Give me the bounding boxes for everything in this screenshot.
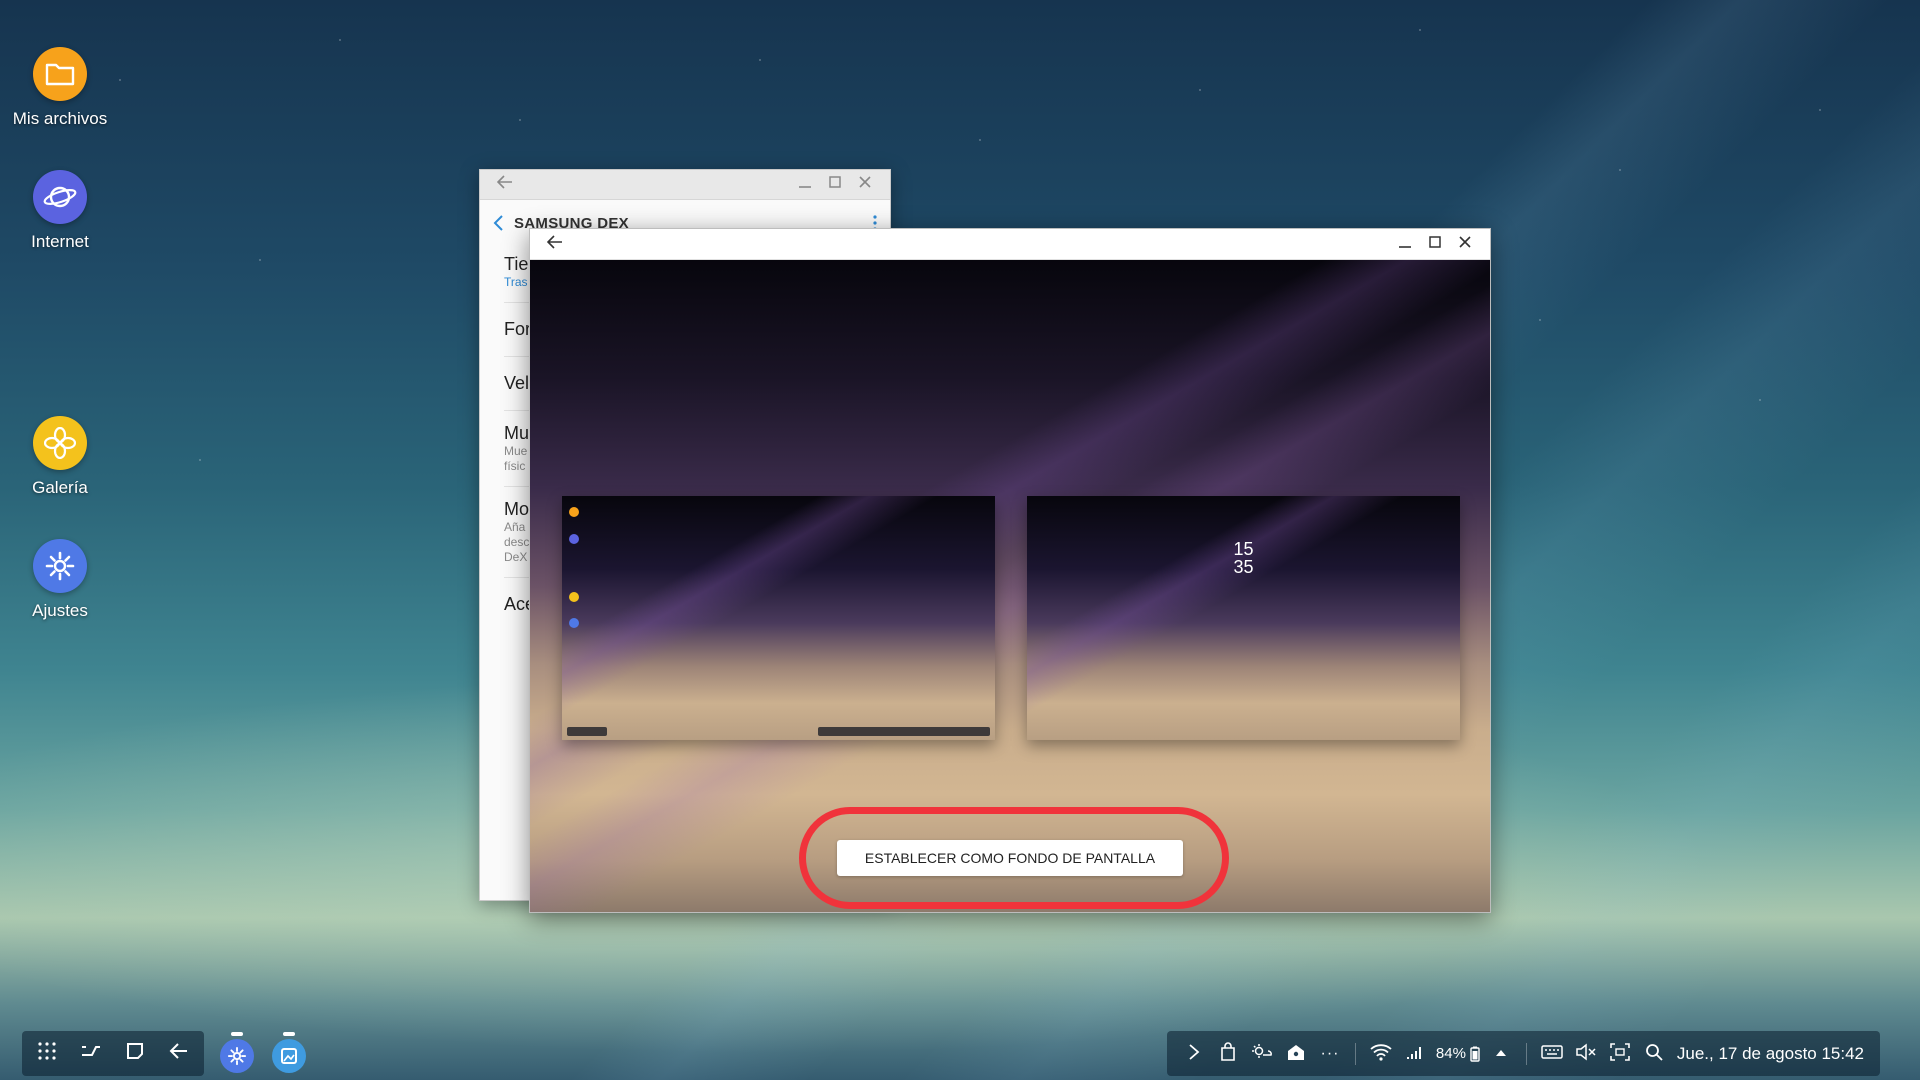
notification-weather-button[interactable] (1245, 1037, 1279, 1071)
battery-icon (1470, 1046, 1480, 1062)
wifi-icon (1370, 1043, 1392, 1065)
mini-taskbar-right (818, 727, 990, 736)
maximize-button[interactable] (820, 170, 850, 200)
quick-settings-button[interactable] (1484, 1037, 1518, 1071)
taskbar-nav (22, 1031, 204, 1076)
running-indicator (283, 1032, 295, 1036)
desktop-wallpaper-preview[interactable] (562, 496, 995, 740)
desktop-icon-label: Ajustes (32, 601, 88, 620)
recents-button[interactable] (74, 1037, 108, 1071)
flower-icon (33, 416, 87, 470)
battery-status[interactable]: 84% (1432, 1037, 1484, 1071)
running-indicator (231, 1032, 243, 1036)
recents-icon (80, 1042, 102, 1065)
desktop-icon-label: Internet (31, 232, 89, 251)
apps-grid-icon (37, 1041, 57, 1066)
planet-icon (33, 170, 87, 224)
keyboard-button[interactable] (1535, 1037, 1569, 1071)
folder-icon (33, 47, 87, 101)
lock-clock-hour: 15 (1233, 539, 1254, 559)
chevron-right-icon (1188, 1043, 1200, 1065)
desktop-icon-ajustes[interactable]: Ajustes (0, 539, 120, 621)
screenshot-icon (1610, 1042, 1630, 1065)
mini-planet-icon (569, 534, 579, 544)
wallpaper-window: 15 35 ESTABLECER COMO FONDO DE PANTALLA (529, 228, 1491, 913)
signal-icon (1406, 1043, 1424, 1065)
mini-gear-icon (569, 618, 579, 628)
minimize-button[interactable] (1390, 229, 1420, 259)
minimize-icon (798, 175, 812, 194)
expand-tray-button[interactable] (1177, 1037, 1211, 1071)
set-wallpaper-button[interactable]: ESTABLECER COMO FONDO DE PANTALLA (837, 840, 1183, 876)
running-app-settings[interactable] (218, 1032, 256, 1074)
lock-clock: 15 35 (1027, 540, 1460, 576)
back-button[interactable] (490, 170, 520, 200)
arrow-left-icon (546, 234, 563, 254)
wallpaper-app-icon (272, 1039, 306, 1073)
mini-flower-icon (569, 592, 579, 602)
notification-shop-button[interactable] (1211, 1037, 1245, 1071)
back-button[interactable] (540, 229, 570, 259)
arrow-left-icon (169, 1042, 189, 1065)
maximize-button[interactable] (1420, 229, 1450, 259)
sun-cloud-icon (1251, 1043, 1273, 1065)
running-app-wallpaper[interactable] (270, 1032, 308, 1074)
arrow-left-icon (496, 175, 513, 194)
minimize-icon (1398, 235, 1412, 254)
home-lock-icon (1286, 1043, 1306, 1065)
volume-mute-icon (1575, 1042, 1597, 1065)
battery-percent: 84% (1435, 1045, 1466, 1062)
desktop-icon-galeria[interactable]: Galería (0, 416, 120, 498)
lock-clock-minute: 35 (1233, 557, 1254, 577)
close-icon (1458, 235, 1472, 254)
desktop-icon-label: Mis archivos (12, 109, 108, 128)
volume-button[interactable] (1569, 1037, 1603, 1071)
desktop-icon-label: Galería (32, 478, 88, 497)
mini-folder-icon (569, 507, 579, 517)
close-button[interactable] (850, 170, 880, 200)
home-button[interactable] (118, 1037, 152, 1071)
caret-up-icon (1495, 1045, 1507, 1062)
clock-date-time[interactable]: Jue., 17 de agosto 15:42 (1671, 1044, 1870, 1064)
tray-divider (1525, 1042, 1527, 1065)
search-icon (1645, 1043, 1663, 1065)
maximize-icon (828, 175, 842, 194)
screenshot-button[interactable] (1603, 1037, 1637, 1071)
chevron-left-icon[interactable] (492, 214, 504, 232)
mini-taskbar-left (567, 727, 607, 736)
settings-window-titlebar[interactable] (480, 170, 890, 200)
tray-divider (1355, 1042, 1356, 1065)
close-button[interactable] (1450, 229, 1480, 259)
notification-home-button[interactable] (1279, 1037, 1313, 1071)
more-notifications-button[interactable]: ··· (1313, 1037, 1347, 1071)
back-nav-button[interactable] (162, 1037, 196, 1071)
wallpaper-window-titlebar[interactable] (530, 229, 1490, 260)
wallpaper-preview-area: 15 35 ESTABLECER COMO FONDO DE PANTALLA (530, 260, 1490, 912)
apps-button[interactable] (30, 1037, 64, 1071)
search-button[interactable] (1637, 1037, 1671, 1071)
keyboard-icon (1541, 1044, 1563, 1064)
gear-icon (220, 1039, 254, 1073)
system-tray: ··· 84% Jue., 17 de agosto 15:42 (1167, 1031, 1880, 1076)
signal-status[interactable] (1398, 1037, 1432, 1071)
close-icon (858, 175, 872, 194)
wifi-status[interactable] (1364, 1037, 1398, 1071)
minimize-button[interactable] (790, 170, 820, 200)
maximize-icon (1428, 235, 1442, 254)
desktop-icon-mis-archivos[interactable]: Mis archivos (0, 47, 120, 129)
lockscreen-wallpaper-preview[interactable]: 15 35 (1027, 496, 1460, 740)
home-square-icon (125, 1041, 145, 1066)
bag-icon (1219, 1041, 1237, 1066)
more-horizontal-icon: ··· (1320, 1044, 1340, 1062)
desktop-icon-internet[interactable]: Internet (0, 170, 120, 252)
gear-icon (33, 539, 87, 593)
